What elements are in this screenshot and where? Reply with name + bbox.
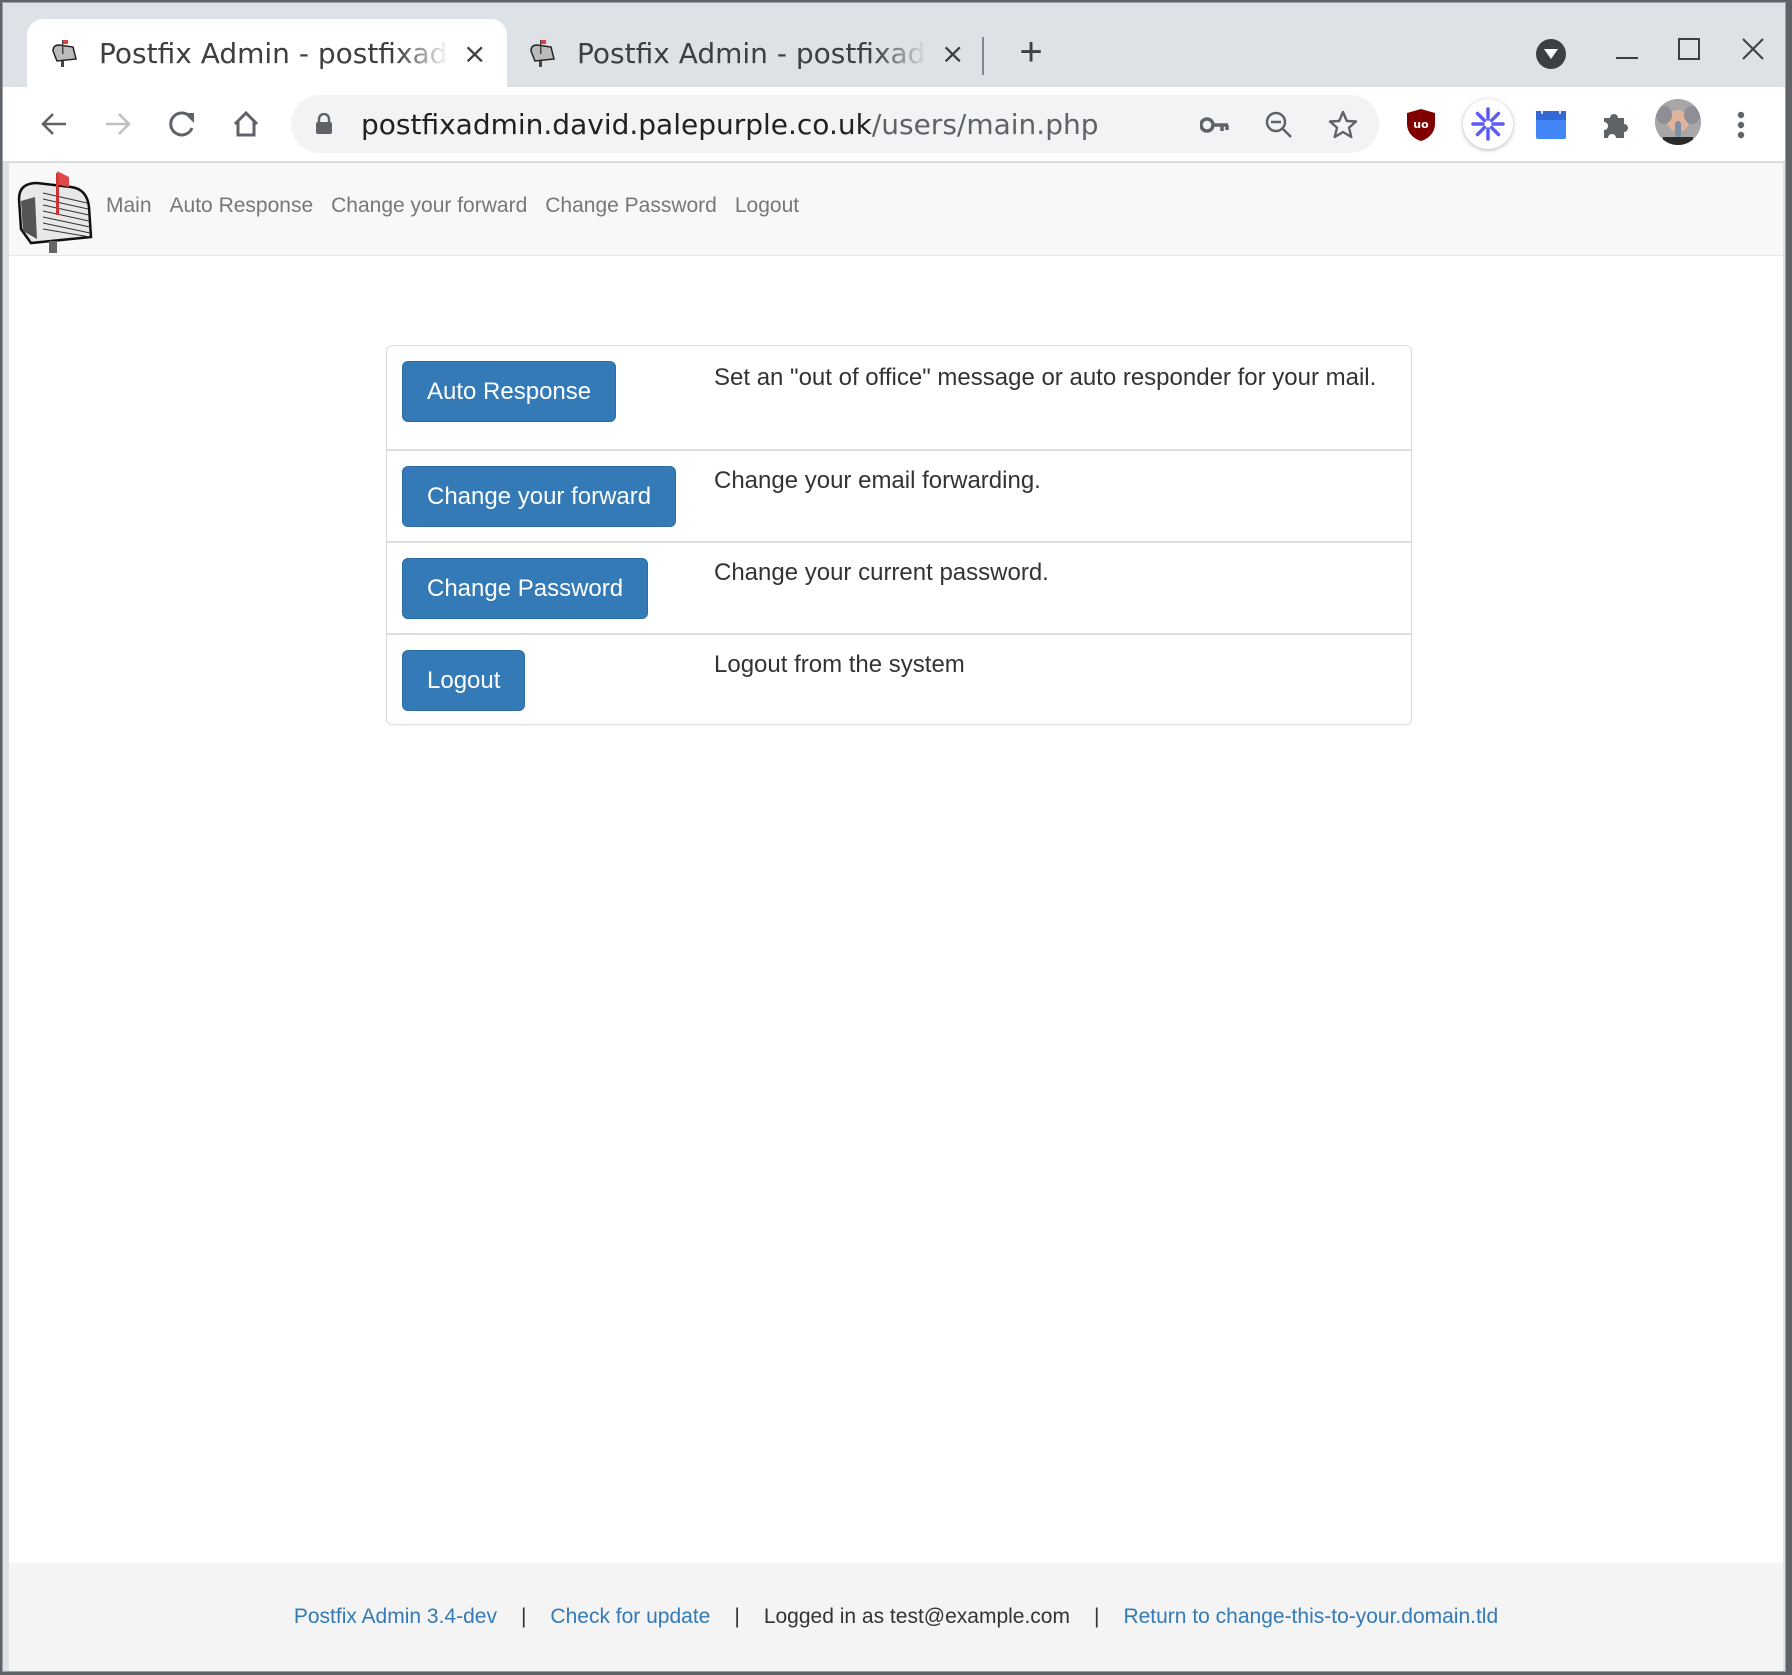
page-footer: Postfix Admin 3.4-dev | Check for update… xyxy=(9,1563,1783,1671)
maximize-button[interactable] xyxy=(1669,29,1709,69)
ublock-extension-button[interactable]: uo xyxy=(1399,103,1443,147)
kebab-menu-icon xyxy=(1737,111,1745,139)
browser-window: Postfix Admin - postfixadmin.david.palep… xyxy=(2,2,1786,1672)
puzzle-extensions-icon xyxy=(1604,114,1628,138)
forward-button[interactable] xyxy=(95,101,141,147)
reload-button[interactable] xyxy=(159,101,205,147)
new-tab-button[interactable]: + xyxy=(1008,29,1054,75)
arrow-left-icon xyxy=(41,113,66,135)
back-button[interactable] xyxy=(31,101,77,147)
auto-response-description: Set an "out of office" message or auto r… xyxy=(714,364,1377,391)
asterisk-extension-button[interactable] xyxy=(1463,99,1513,149)
arrow-right-icon xyxy=(106,113,131,135)
ublock-origin-icon: uo xyxy=(1407,109,1435,141)
extensions-button[interactable] xyxy=(1593,103,1637,147)
logged-in-status: Logged in as test@example.com xyxy=(763,1605,1070,1628)
footer-separator: | xyxy=(520,1605,527,1628)
close-tab-icon[interactable]: × xyxy=(463,37,486,70)
check-update-link[interactable]: Check for update xyxy=(550,1605,710,1629)
reload-icon xyxy=(169,111,194,137)
minimize-button[interactable] xyxy=(1607,29,1647,69)
asterisk-extension-icon xyxy=(1471,107,1505,141)
blue-folder-extension-icon xyxy=(1536,111,1566,139)
url-text[interactable]: postfixadmin.david.palepurple.co.uk/user… xyxy=(361,108,1099,141)
close-icon xyxy=(1742,38,1764,60)
folder-extension-button[interactable] xyxy=(1529,103,1573,147)
password-key-button[interactable] xyxy=(1197,107,1233,143)
tab-inactive[interactable]: Postfix Admin - postfixadmin.david.palep… xyxy=(505,19,985,87)
logout-description: Logout from the system xyxy=(714,651,965,678)
change-forward-button[interactable]: Change your forward xyxy=(402,466,677,527)
action-row-auto-response: Auto Response Set an "out of office" mes… xyxy=(387,346,1411,449)
profile-avatar[interactable] xyxy=(1655,99,1701,145)
tab-active[interactable]: Postfix Admin - postfixadmin.david.palep… xyxy=(27,19,507,87)
main-nav: Main Auto Response Change your forward C… xyxy=(106,193,808,219)
browser-toolbar: postfixadmin.david.palepurple.co.uk/user… xyxy=(3,87,1785,163)
tab-search-button[interactable] xyxy=(1536,39,1566,69)
auto-response-button[interactable]: Auto Response xyxy=(402,361,617,422)
footer-separator: | xyxy=(734,1605,740,1628)
nav-auto-response[interactable]: Auto Response xyxy=(161,193,323,219)
address-bar[interactable]: postfixadmin.david.palepurple.co.uk/user… xyxy=(291,95,1379,153)
browser-menu-button[interactable] xyxy=(1719,103,1763,147)
nav-logout[interactable]: Logout xyxy=(726,193,808,219)
nav-change-password[interactable]: Change Password xyxy=(536,193,726,219)
page-viewport: Main Auto Response Change your forward C… xyxy=(9,163,1783,1671)
close-tab-icon[interactable]: × xyxy=(941,37,964,70)
action-row-change-forward: Change your forward Change your email fo… xyxy=(387,449,1411,541)
lock-icon xyxy=(316,113,332,134)
maximize-icon xyxy=(1678,38,1700,60)
star-icon xyxy=(1328,110,1358,139)
key-icon xyxy=(1200,117,1229,133)
close-window-button[interactable] xyxy=(1733,29,1773,69)
footer-separator: | xyxy=(1093,1605,1100,1628)
mailbox-logo-icon[interactable] xyxy=(13,167,97,253)
mailbox-favicon-icon xyxy=(530,40,555,67)
action-row-change-password: Change Password Change your current pass… xyxy=(387,541,1411,633)
change-password-description: Change your current password. xyxy=(714,559,1049,586)
mailbox-favicon-icon xyxy=(52,40,77,67)
url-host: postfixadmin.david.palepurple.co.uk xyxy=(361,107,872,141)
zoom-out-icon xyxy=(1265,111,1292,138)
nav-main[interactable]: Main xyxy=(106,193,161,219)
minimize-icon xyxy=(1616,57,1638,59)
bookmark-button[interactable] xyxy=(1325,107,1361,143)
version-link[interactable]: Postfix Admin 3.4-dev xyxy=(294,1605,497,1629)
home-button[interactable] xyxy=(223,101,269,147)
home-icon xyxy=(233,110,259,137)
change-forward-description: Change your email forwarding. xyxy=(714,467,1041,494)
actions-panel: Auto Response Set an "out of office" mes… xyxy=(386,345,1412,725)
return-domain-link[interactable]: Return to change-this-to-your.domain.tld xyxy=(1123,1605,1498,1629)
nav-change-forward[interactable]: Change your forward xyxy=(322,193,536,219)
tab-title: Postfix Admin - postfixadmin.david.palep… xyxy=(577,36,927,70)
action-row-logout: Logout Logout from the system xyxy=(387,633,1411,724)
svg-text:uo: uo xyxy=(1413,118,1429,131)
site-navbar: Main Auto Response Change your forward C… xyxy=(9,163,1783,256)
zoom-button[interactable] xyxy=(1261,107,1297,143)
logout-button[interactable]: Logout xyxy=(402,650,526,711)
tab-title: Postfix Admin - postfixadmin.david.palep… xyxy=(99,36,449,70)
triangle-down-icon xyxy=(1544,49,1558,59)
profile-avatar-icon xyxy=(1655,99,1701,145)
url-path: /users/main.php xyxy=(871,107,1099,141)
tab-strip: Postfix Admin - postfixadmin.david.palep… xyxy=(3,3,1785,87)
tab-separator xyxy=(982,37,984,75)
change-password-button[interactable]: Change Password xyxy=(402,558,649,619)
